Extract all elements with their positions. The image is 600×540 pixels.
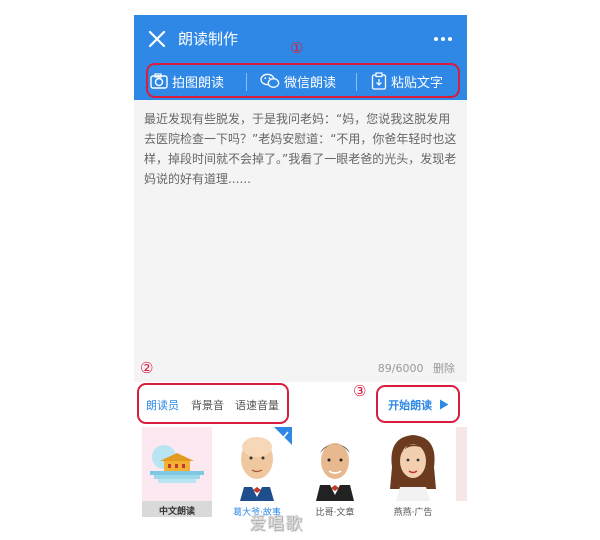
voice-label: 比哥·文章 [315, 508, 355, 518]
voice-avatar-bald-man [222, 427, 292, 501]
voice-item-partial[interactable] [456, 427, 467, 501]
annotation-number-1: ① [290, 39, 304, 57]
voice-label: 中文朗读 [158, 507, 195, 517]
annotation-number-2: ② [140, 359, 154, 377]
more-icon[interactable] [431, 29, 455, 49]
close-icon[interactable] [145, 27, 169, 51]
voice-item-chinese[interactable]: 中文朗读 [142, 427, 212, 517]
article-text[interactable]: 最近发现有些脱发，于是我问老妈：“妈，您说我这脱发用去医院检查一下吗？”老妈安慰… [144, 109, 460, 189]
annotation-box-3 [376, 385, 460, 423]
delete-button[interactable]: 删除 [433, 362, 455, 375]
voice-item-bi[interactable]: 比哥·文章 [300, 427, 370, 518]
annotation-number-3: ③ [353, 382, 367, 400]
voice-label: 燕燕·广告 [393, 508, 433, 518]
watermark: 爱唱歌 [249, 514, 303, 534]
voice-avatar-man [300, 427, 370, 501]
annotation-box-2 [137, 383, 289, 424]
page-title: 朗读制作 [178, 30, 239, 48]
char-counter: 89/6000 删除 [378, 360, 455, 376]
voice-item-ge[interactable]: 葛大爷·故事 [222, 427, 292, 518]
char-count: 89/6000 [377, 362, 424, 375]
voice-avatar-building [142, 427, 212, 501]
text-editor[interactable]: 最近发现有些脱发，于是我问老妈：“妈，您说我这脱发用去医院检查一下吗？”老妈安慰… [134, 100, 467, 382]
annotation-box-1 [146, 63, 460, 98]
voice-avatar-woman [378, 427, 448, 501]
voice-item-yanyan[interactable]: 燕燕·广告 [378, 427, 448, 518]
